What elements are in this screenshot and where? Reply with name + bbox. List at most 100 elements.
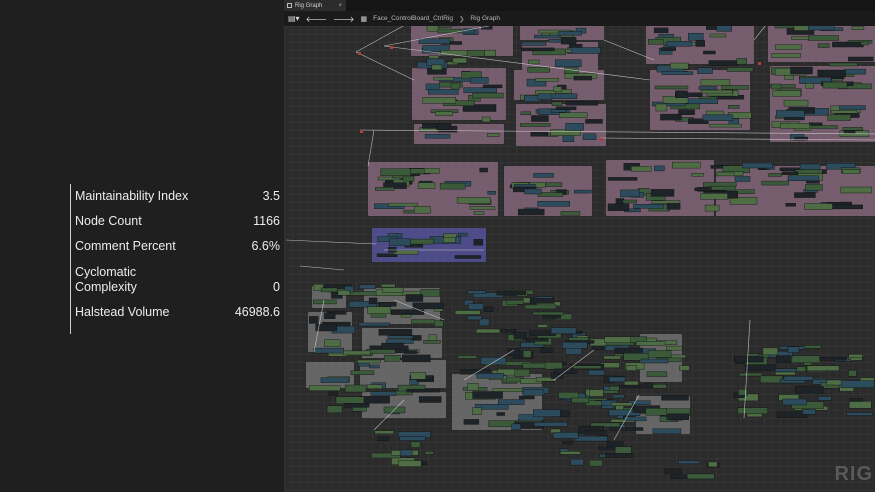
graph-node	[565, 100, 599, 106]
tab-rig-graph[interactable]: Rig Graph ×	[284, 0, 346, 11]
graph-node	[555, 59, 582, 67]
graph-node	[787, 355, 821, 363]
graph-node	[716, 24, 732, 32]
graph-node	[359, 284, 376, 289]
graph-node	[802, 409, 816, 415]
graph-node	[479, 167, 488, 173]
breadcrumb-graph[interactable]: Rig Graph	[470, 15, 500, 22]
graph-node	[468, 303, 484, 310]
graph-node	[660, 47, 676, 51]
graph-node	[768, 173, 782, 177]
graph-menu-icon[interactable]: ▤▾	[288, 14, 300, 23]
metric-label: Halstead Volume	[75, 305, 170, 319]
graph-node	[654, 165, 665, 172]
graph-node	[553, 432, 579, 439]
graph-node	[666, 41, 693, 47]
graph-node	[607, 177, 638, 181]
graph-node	[466, 50, 486, 57]
graph-node	[605, 453, 633, 458]
graph-node	[787, 346, 800, 353]
graph-node	[817, 43, 830, 48]
graph-node	[848, 370, 857, 377]
graph-node	[666, 345, 683, 351]
graph-node	[849, 398, 863, 402]
graph-node	[337, 290, 351, 296]
graph-node	[708, 461, 718, 468]
tab-label: Rig Graph	[295, 2, 323, 9]
forward-arrow-icon[interactable]: 🡒	[333, 14, 354, 24]
graph-node	[472, 92, 504, 99]
graph-node	[697, 67, 713, 74]
graph-node	[562, 440, 574, 445]
graph-node	[436, 123, 452, 130]
graph-node	[702, 114, 734, 122]
graph-node	[520, 47, 555, 52]
graph-node	[604, 336, 631, 343]
graph-node	[785, 202, 796, 207]
graph-node	[472, 391, 503, 399]
graph-node	[607, 203, 630, 211]
graph-node	[790, 66, 813, 75]
graph-node	[709, 123, 742, 128]
graph-node	[439, 182, 466, 190]
graph-wire	[355, 51, 415, 81]
graph-node	[664, 468, 682, 475]
hierarchy-icon[interactable]: ▦	[360, 15, 367, 23]
graph-node	[467, 290, 486, 294]
graph-node	[420, 289, 440, 297]
graph-node	[418, 38, 451, 45]
graph-node	[574, 189, 592, 194]
graph-node	[518, 395, 535, 400]
graph-node	[520, 111, 532, 116]
graph-node	[402, 354, 431, 363]
graph-node	[849, 401, 872, 409]
graph-node	[654, 85, 689, 90]
node-graph[interactable]	[284, 10, 875, 492]
graph-node	[506, 300, 524, 305]
graph-node	[698, 86, 718, 90]
graph-node	[378, 302, 397, 307]
graph-node	[661, 71, 694, 75]
graph-node	[410, 441, 421, 448]
graph-node	[700, 193, 728, 200]
graph-node	[487, 191, 496, 195]
graph-node	[533, 173, 554, 178]
graph-node	[352, 407, 367, 412]
graph-node	[589, 389, 604, 397]
metric-label: Node Count	[75, 214, 142, 228]
back-arrow-icon[interactable]: 🡐	[306, 14, 327, 24]
metric-label: Comment Percent	[75, 239, 176, 253]
graph-node	[377, 436, 389, 441]
graph-node	[467, 383, 479, 391]
graph-node	[428, 334, 438, 341]
close-icon[interactable]: ×	[338, 3, 342, 9]
metric-label: Maintainability Index	[75, 189, 189, 203]
graph-node	[808, 35, 839, 41]
graph-canvas[interactable]	[284, 10, 875, 492]
breadcrumb-asset[interactable]: Face_ControlBoard_CtrlRig	[373, 15, 453, 22]
graph-node	[496, 412, 505, 416]
graph-node	[383, 355, 401, 362]
graph-node	[782, 398, 807, 406]
graph-node	[588, 369, 605, 376]
graph-node	[343, 350, 371, 356]
graph-node	[343, 403, 370, 408]
graph-node	[476, 373, 505, 379]
graph-node	[425, 83, 441, 91]
graph-node	[549, 93, 578, 100]
graph-node	[422, 96, 457, 104]
graph-node	[738, 389, 748, 396]
graph-node	[646, 371, 668, 377]
graph-node	[585, 430, 607, 435]
graph-node	[760, 375, 783, 384]
graph-node	[728, 105, 740, 109]
metric-cyclomatic-complexity: Cyclomatic Complexity 0	[75, 254, 280, 295]
graph-node	[848, 56, 874, 62]
graph-node	[653, 27, 669, 34]
graph-node	[437, 28, 462, 34]
graph-node	[806, 365, 840, 371]
graph-node	[608, 376, 626, 383]
graph-node	[524, 304, 557, 310]
graph-node	[565, 122, 584, 131]
graph-node	[367, 306, 391, 314]
